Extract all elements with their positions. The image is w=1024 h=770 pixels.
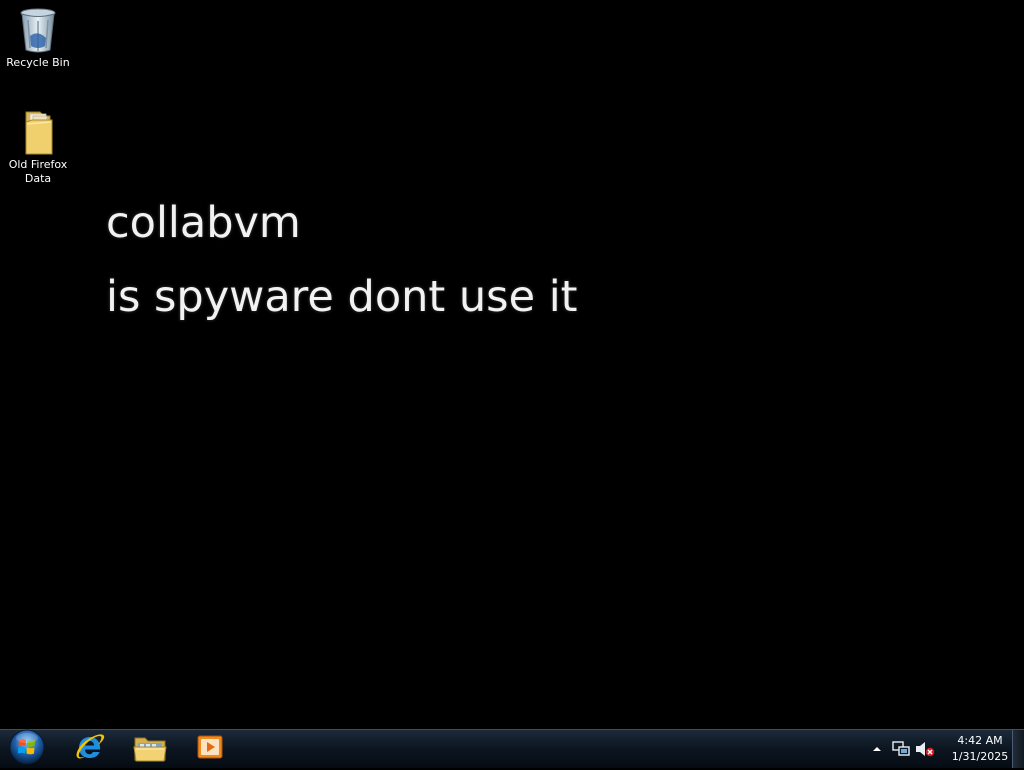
recycle-bin-icon — [14, 6, 62, 54]
clock[interactable]: 4:42 AM 1/31/2025 — [950, 733, 1010, 765]
desktop-icon-label: Recycle Bin — [6, 56, 70, 69]
volume-muted-icon[interactable] — [914, 739, 936, 759]
notification-area: 4:42 AM 1/31/2025 — [864, 730, 1010, 768]
taskbar-file-explorer[interactable] — [122, 731, 178, 767]
desktop-icon-recycle-bin[interactable]: Recycle Bin — [0, 6, 76, 70]
show-desktop-button[interactable] — [1012, 730, 1024, 768]
clock-date: 1/31/2025 — [951, 750, 1009, 763]
wallpaper-line-2: is spyware dont use it — [106, 272, 578, 322]
desktop[interactable]: Recycle Bin Old Firefox Data collabvm is… — [0, 0, 1024, 729]
windows-orb-icon — [8, 728, 46, 770]
network-icon[interactable] — [890, 739, 912, 759]
folder-icon — [14, 108, 62, 156]
start-button[interactable] — [4, 728, 50, 770]
media-player-icon — [196, 733, 224, 765]
desktop-icon-label: Old Firefox Data — [8, 158, 68, 185]
show-hidden-icons-button[interactable] — [866, 739, 888, 759]
desktop-icon-old-firefox-data[interactable]: Old Firefox Data — [0, 108, 76, 186]
clock-time: 4:42 AM — [957, 734, 1003, 747]
internet-explorer-icon — [74, 731, 106, 767]
wallpaper-text: collabvm is spyware dont use it — [106, 186, 578, 334]
chevron-up-icon — [873, 747, 881, 751]
taskbar-internet-explorer[interactable] — [62, 731, 118, 767]
taskbar-media-player[interactable] — [182, 731, 238, 767]
file-explorer-icon — [133, 732, 167, 766]
taskbar: 4:42 AM 1/31/2025 — [0, 729, 1024, 768]
wallpaper-line-1: collabvm — [106, 198, 301, 248]
